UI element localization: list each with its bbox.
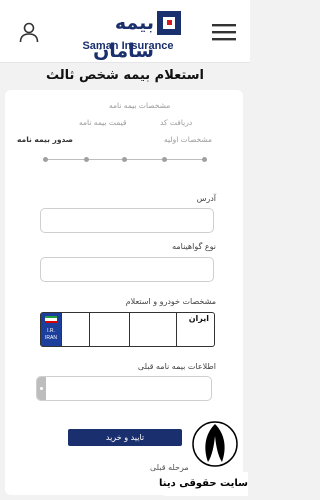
plate-segment-3[interactable] <box>129 313 177 346</box>
plate-iran-label: ایران <box>188 314 209 323</box>
address-label: آدرس <box>196 194 216 203</box>
plate-segment-2[interactable] <box>89 313 130 346</box>
hamburger-menu-icon[interactable] <box>210 22 238 42</box>
step-label-receive-code: دریافت کد <box>160 118 193 127</box>
logo-mark-icon <box>157 11 181 35</box>
step-label-initial-details: مشخصات اولیه <box>164 135 213 144</box>
saman-insurance-logo[interactable]: بیمه سامان Saman Insurance <box>68 8 188 62</box>
plate-country-code: I.R. IRAN <box>45 328 57 341</box>
top-bar: بیمه سامان Saman Insurance <box>0 0 250 63</box>
confirm-and-buy-button[interactable]: تایید و خرید <box>68 429 182 446</box>
iran-flag-icon <box>45 316 57 323</box>
select-handle-icon <box>37 377 46 400</box>
step-label-issue-policy: صدور بیمه نامه <box>17 135 74 144</box>
stepper-dot <box>84 157 89 162</box>
watermark-text: سایت حقوقی دینا <box>159 472 248 496</box>
certificate-type-input[interactable] <box>40 257 214 282</box>
plate-segment-1[interactable] <box>61 313 90 346</box>
plate-segment-region[interactable]: ایران <box>176 313 215 346</box>
previous-policy-label: اطلاعات بیمه نامه قبلی <box>137 362 216 371</box>
logo-english-text: Saman Insurance <box>82 40 174 52</box>
certificate-type-label: نوع گواهینامه <box>172 242 216 251</box>
license-plate-input[interactable]: I.R. IRAN ایران <box>40 312 215 347</box>
watermark-logo-icon <box>192 421 238 467</box>
previous-policy-select[interactable] <box>36 376 212 401</box>
page-title: استعلام بیمه شخص ثالث <box>46 68 204 83</box>
plate-country-strip: I.R. IRAN <box>41 313 61 346</box>
stepper-dot <box>122 157 127 162</box>
step-label-policy-details: مشخصات بیمه نامه <box>109 101 171 110</box>
vehicle-details-label: مشخصات خودرو و استعلام <box>125 297 216 306</box>
step-label-policy-price: قیمت بیمه نامه <box>79 118 127 127</box>
user-account-icon[interactable] <box>18 21 40 43</box>
stepper-dot <box>202 157 207 162</box>
stepper-dot <box>43 157 48 162</box>
logo-persian-text: بیمه سامان <box>93 12 154 62</box>
stepper-dot <box>162 157 167 162</box>
address-input[interactable] <box>40 208 214 233</box>
